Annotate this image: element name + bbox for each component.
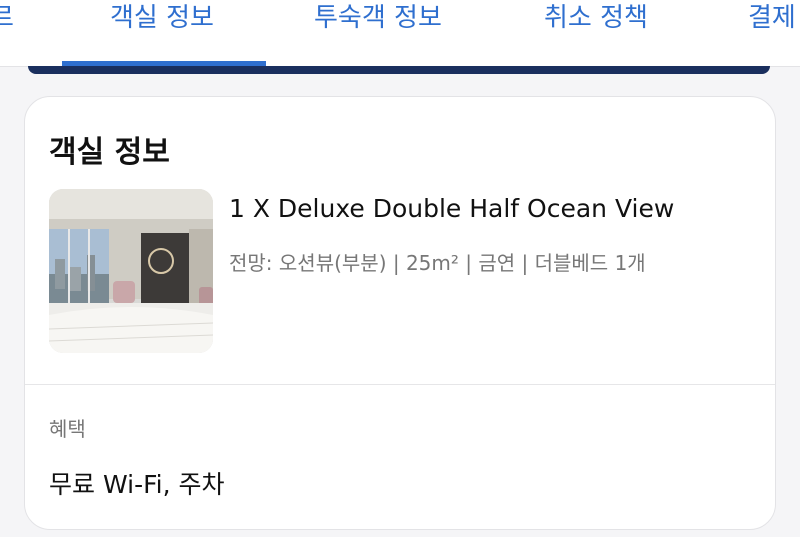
tab-previous[interactable]: 르 — [0, 0, 14, 66]
tab-cancellation-policy[interactable]: 취소 정책 — [544, 0, 648, 66]
banner-edge — [28, 66, 770, 74]
card-title: 객실 정보 — [49, 135, 170, 170]
tab-guest-info[interactable]: 투숙객 정보 — [314, 0, 442, 66]
section-tab-bar: 르 객실 정보 투숙객 정보 취소 정책 결제 — [0, 0, 800, 67]
section-divider — [25, 384, 775, 385]
tab-room-info[interactable]: 객실 정보 — [110, 0, 214, 66]
room-details: 전망: 오션뷰(부분) | 25m² | 금연 | 더블베드 1개 — [229, 251, 646, 275]
room-info-card: 객실 정보 1 X Deluxe Double Half Ocean View … — [24, 96, 776, 530]
room-photo[interactable] — [49, 189, 213, 353]
booking-page: 르 객실 정보 투숙객 정보 취소 정책 결제 객실 정보 1 X Deluxe… — [0, 0, 800, 537]
room-name: 1 X Deluxe Double Half Ocean View — [229, 194, 675, 223]
benefits-value: 무료 Wi-Fi, 주차 — [49, 470, 225, 499]
benefits-label: 혜택 — [49, 417, 86, 441]
tab-payment[interactable]: 결제 — [748, 0, 796, 66]
room-photo-image — [49, 189, 213, 353]
